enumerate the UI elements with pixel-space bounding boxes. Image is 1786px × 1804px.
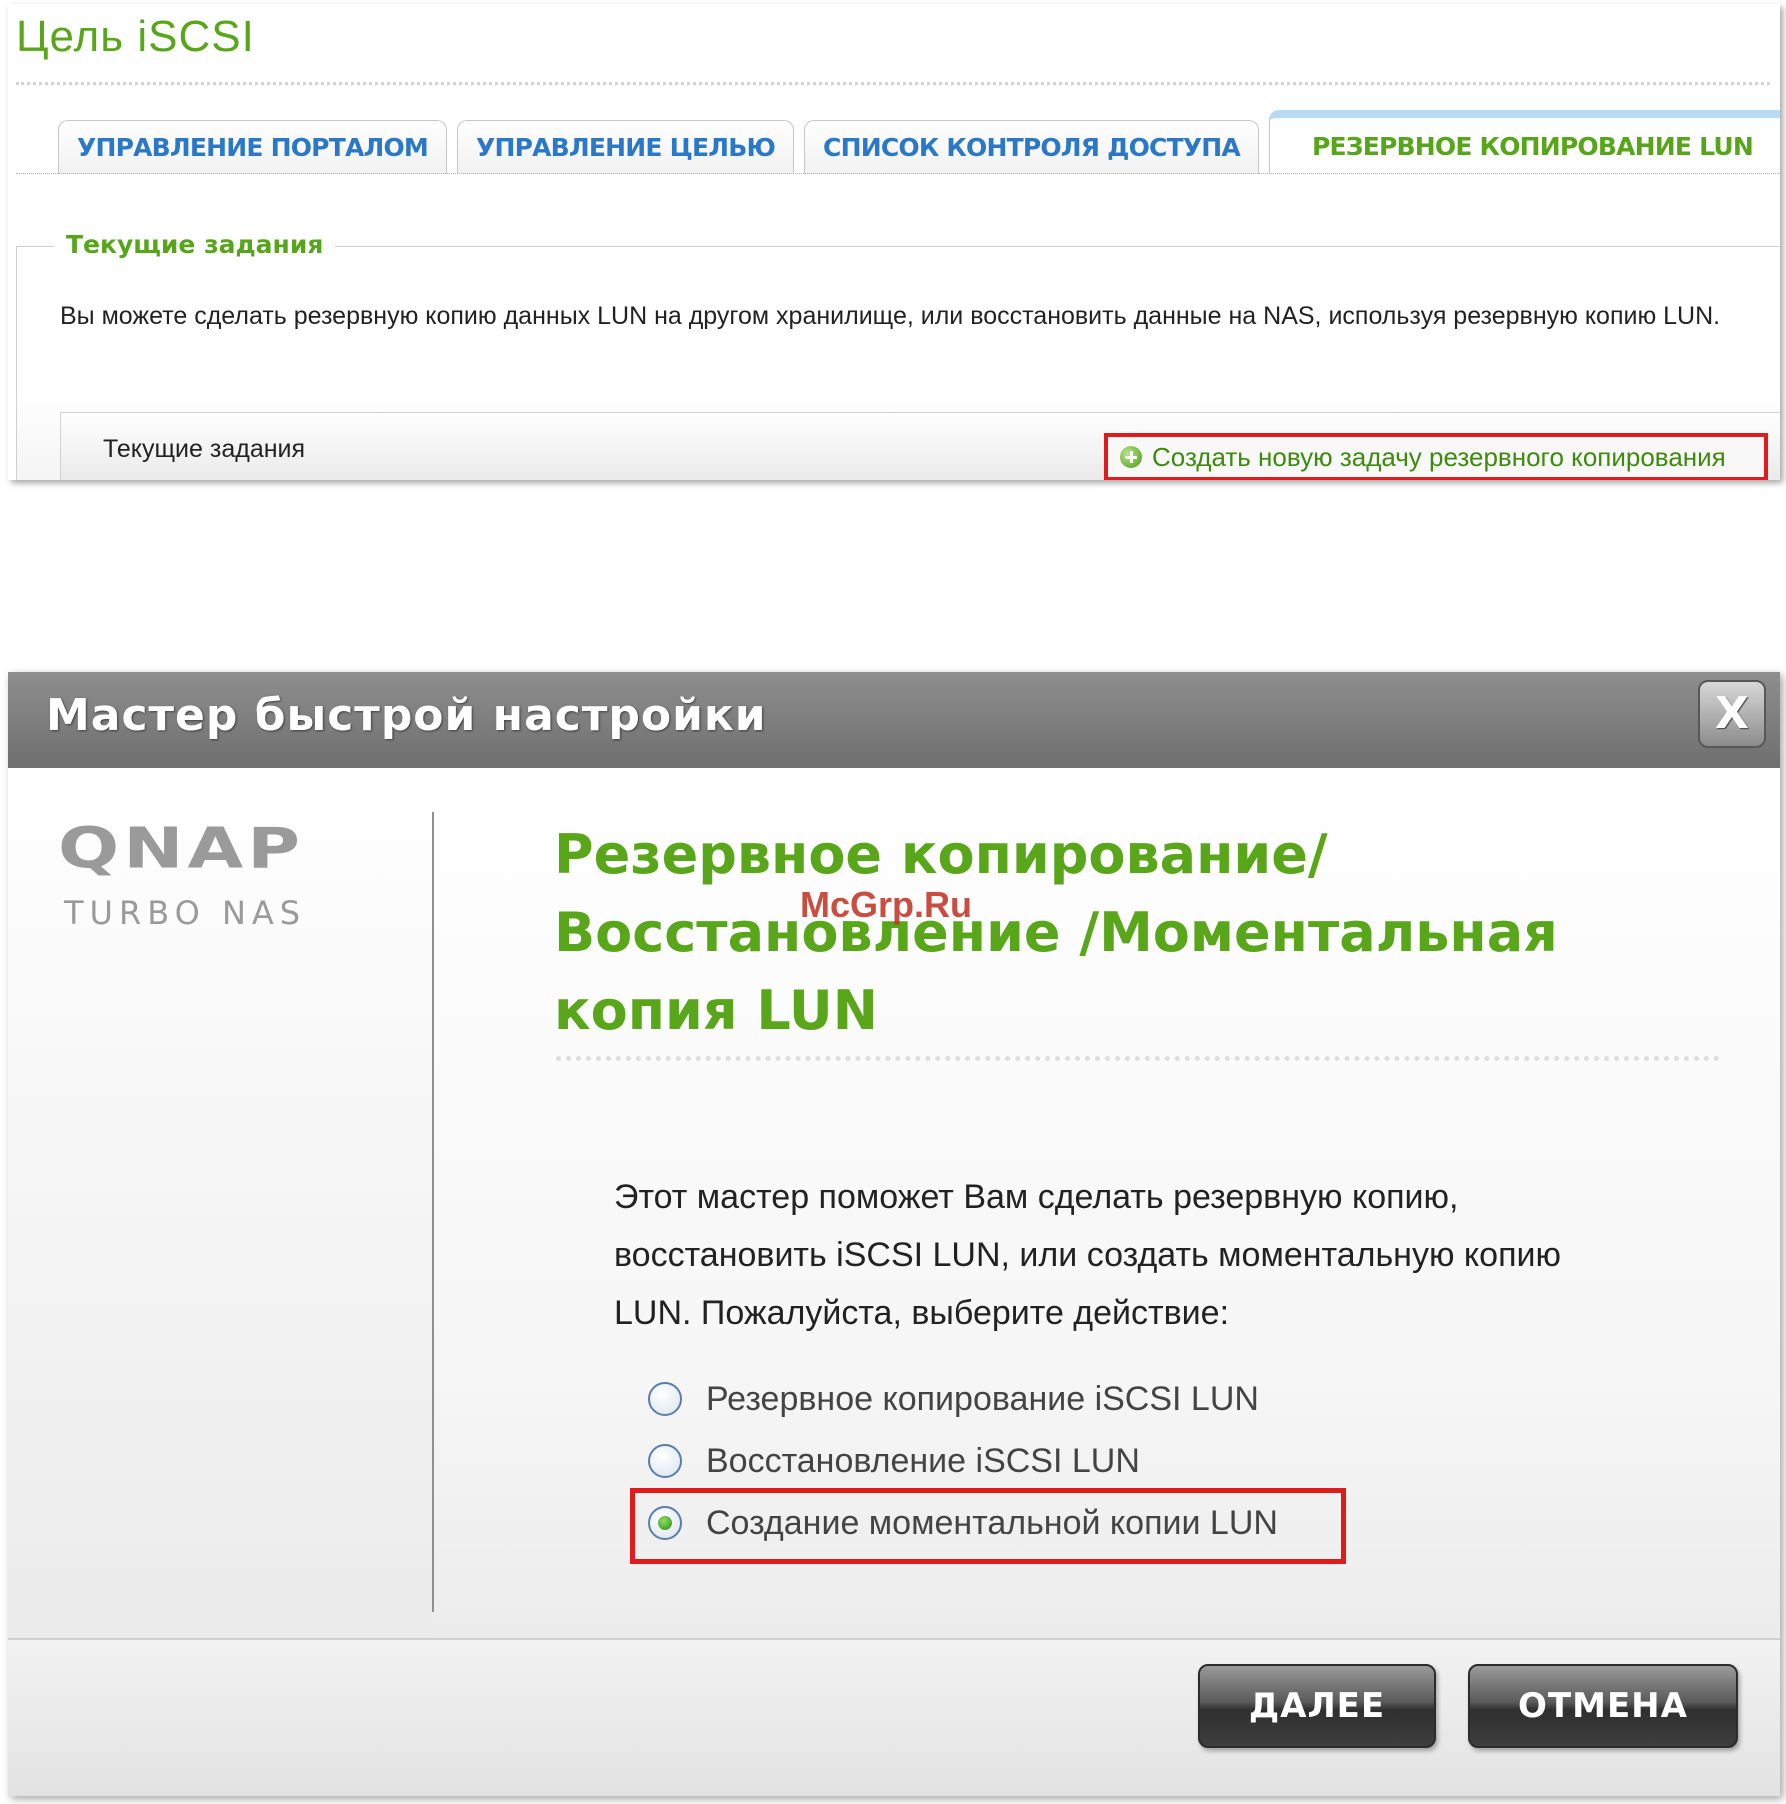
tab-portal-management[interactable]: УПРАВЛЕНИЕ ПОРТАЛОМ — [58, 120, 447, 174]
section-title: Текущие задания — [54, 230, 336, 259]
tab-target-management[interactable]: УПРАВЛЕНИЕ ЦЕЛЬЮ — [457, 120, 795, 174]
tabs-baseline — [16, 173, 1780, 174]
title-divider — [16, 82, 1770, 85]
close-icon: X — [1715, 688, 1749, 739]
quick-setup-wizard-dialog: Мастер быстрой настройки X QNAP TURBO NA… — [8, 672, 1780, 1796]
tab-lun-backup[interactable]: РЕЗЕРВНОЕ КОПИРОВАНИЕ LUN — [1268, 110, 1780, 174]
dialog-header: Мастер быстрой настройки X — [8, 672, 1780, 768]
next-button[interactable]: ДАЛЕЕ — [1198, 1664, 1436, 1748]
option-restore-lun[interactable]: Восстановление iSCSI LUN — [648, 1430, 1278, 1492]
action-options: Резервное копирование iSCSI LUN Восстано… — [648, 1368, 1278, 1554]
current-jobs-label: Текущие задания — [103, 435, 306, 463]
section-description: Вы можете сделать резервную копию данных… — [60, 302, 1721, 330]
page-title: Цель iSCSI — [16, 12, 255, 61]
option-label: Восстановление iSCSI LUN — [706, 1441, 1140, 1480]
close-button[interactable]: X — [1698, 680, 1766, 748]
qnap-logo: QNAP — [58, 815, 304, 881]
radio-unchecked-icon[interactable] — [648, 1444, 682, 1478]
watermark: McGrp.Ru — [800, 884, 973, 925]
radio-checked-icon[interactable] — [648, 1506, 682, 1540]
heading-divider — [556, 1056, 1720, 1061]
option-label: Создание моментальной копии LUN — [706, 1503, 1278, 1542]
dialog-footer: ДАЛЕЕ ОТМЕНА — [8, 1638, 1780, 1796]
create-backup-job-label: Создать новую задачу резервного копирова… — [1152, 441, 1726, 472]
option-backup-lun[interactable]: Резервное копирование iSCSI LUN — [648, 1368, 1278, 1430]
turbo-nas-logo: TURBO NAS — [64, 894, 307, 932]
cancel-button[interactable]: ОТМЕНА — [1468, 1664, 1738, 1748]
option-label: Резервное копирование iSCSI LUN — [706, 1379, 1259, 1418]
tab-access-control-list[interactable]: СПИСОК КОНТРОЛЯ ДОСТУПА — [804, 120, 1259, 174]
create-backup-job-link[interactable]: Создать новую задачу резервного копирова… — [1104, 433, 1768, 480]
current-jobs-bar: Текущие задания Создать новую задачу рез… — [60, 412, 1780, 480]
dialog-title: Мастер быстрой настройки — [46, 690, 767, 741]
iscsi-target-panel: Цель iSCSI УПРАВЛЕНИЕ ПОРТАЛОМ УПРАВЛЕНИ… — [8, 4, 1780, 480]
option-snapshot-lun[interactable]: Создание моментальной копии LUN — [648, 1492, 1278, 1554]
wizard-heading: Резервное копирование/Восстановление /Мо… — [554, 823, 1558, 1042]
radio-unchecked-icon[interactable] — [648, 1382, 682, 1416]
tab-bar: УПРАВЛЕНИЕ ПОРТАЛОМ УПРАВЛЕНИЕ ЦЕЛЬЮ СПИ… — [58, 110, 1780, 176]
add-circle-icon — [1120, 446, 1142, 468]
wizard-sidebar: QNAP TURBO NAS — [8, 768, 432, 1638]
sidebar-divider — [432, 812, 434, 1612]
wizard-instructions: Этот мастер поможет Вам сделать резервну… — [614, 1178, 1561, 1332]
